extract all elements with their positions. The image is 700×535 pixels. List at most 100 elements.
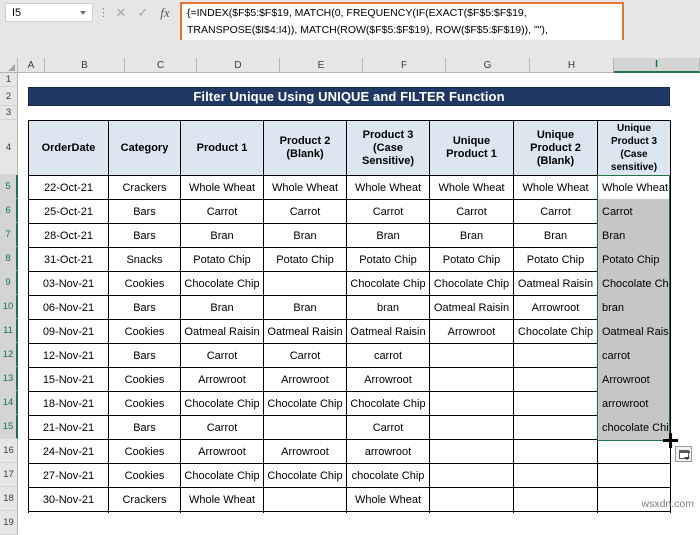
cell-product1[interactable]: Chocolate Chip xyxy=(180,391,264,416)
cell-I5[interactable]: Whole Wheat xyxy=(598,176,669,200)
cell-product2[interactable]: Oatmeal Raisin xyxy=(263,319,347,344)
row-header-8[interactable]: 8 xyxy=(0,247,18,271)
cell-orderdate[interactable]: 24-Nov-21 xyxy=(28,439,109,464)
cell-empty[interactable] xyxy=(429,439,514,464)
cell-category[interactable]: Bars xyxy=(108,415,181,440)
cell-I11[interactable]: Oatmeal Raisin xyxy=(598,320,669,344)
cell-I7[interactable]: Bran xyxy=(598,224,669,248)
cell-I9[interactable]: Chocolate Chip xyxy=(598,272,669,296)
row-header-7[interactable]: 7 xyxy=(0,223,18,247)
cell-product3[interactable]: carrot xyxy=(346,343,430,368)
cell-empty[interactable] xyxy=(513,343,598,368)
cell-I15[interactable]: chocolate Chip xyxy=(598,416,669,440)
cell-product2[interactable]: Whole Wheat xyxy=(263,175,347,200)
name-box[interactable]: I5 xyxy=(5,3,93,22)
cell-product2[interactable]: Potato Chip xyxy=(263,247,347,272)
cell-category[interactable]: Crackers xyxy=(108,487,181,512)
cell-category[interactable]: Crackers xyxy=(108,175,181,200)
cell-unique-product1[interactable]: Bran xyxy=(429,223,514,248)
cell-category[interactable]: Cookies xyxy=(108,367,181,392)
cell-category[interactable]: Cookies xyxy=(108,439,181,464)
cell-product1[interactable]: Chocolate Chip xyxy=(180,463,264,488)
cell-empty[interactable] xyxy=(429,487,514,512)
cell-orderdate[interactable]: 12-Nov-21 xyxy=(28,343,109,368)
column-header-C[interactable]: C xyxy=(125,58,197,73)
cell-I12[interactable]: carrot xyxy=(598,344,669,368)
cell-orderdate[interactable]: 03-Nov-21 xyxy=(28,271,109,296)
table-row[interactable]: 18-Nov-21 Cookies Chocolate Chip Chocola… xyxy=(28,391,671,416)
row-header-3[interactable]: 3 xyxy=(0,106,18,120)
cell-product2[interactable]: Chocolate Chip xyxy=(263,391,347,416)
cancel-x-icon[interactable]: ✕ xyxy=(110,3,132,22)
table-row[interactable]: 25-Oct-21 Bars Carrot Carrot Carrot Carr… xyxy=(28,199,671,224)
chevron-down-icon[interactable] xyxy=(80,11,86,15)
selected-range-unique-product3[interactable]: Whole Wheat Carrot Bran Potato Chip Choc… xyxy=(597,175,670,441)
cell-unique-product1[interactable]: Whole Wheat xyxy=(429,175,514,200)
cell-category[interactable]: Bars xyxy=(108,199,181,224)
cell-unique-product2[interactable]: Chocolate Chip xyxy=(513,319,598,344)
row-header-9[interactable]: 9 xyxy=(0,271,18,295)
row-header-17[interactable]: 17 xyxy=(0,463,18,487)
row-header-2[interactable]: 2 xyxy=(0,87,18,106)
cell-orderdate[interactable]: 30-Nov-21 xyxy=(28,487,109,512)
cell-unique-product2[interactable]: Bran xyxy=(513,223,598,248)
cell-orderdate[interactable]: 22-Oct-21 xyxy=(28,175,109,200)
cell-product3[interactable]: Potato Chip xyxy=(346,247,430,272)
check-icon[interactable]: ✓ xyxy=(132,3,154,22)
cell-product1[interactable]: Whole Wheat xyxy=(180,487,264,512)
cell-orderdate[interactable]: 28-Oct-21 xyxy=(28,223,109,248)
cell-product3[interactable]: Whole Wheat xyxy=(346,175,430,200)
cell-unique-product1[interactable]: Oatmeal Raisin xyxy=(429,295,514,320)
cell-category[interactable]: Snacks xyxy=(108,247,181,272)
cell-product1[interactable]: Potato Chip xyxy=(180,247,264,272)
autofill-options-icon[interactable] xyxy=(675,446,692,462)
cell-product2[interactable]: Chocolate Chip xyxy=(263,463,347,488)
cell-product2-blank[interactable] xyxy=(263,271,347,296)
cell-empty[interactable] xyxy=(429,367,514,392)
cell-product1[interactable]: Whole Wheat xyxy=(180,175,264,200)
table-row[interactable]: 09-Nov-21 Cookies Oatmeal Raisin Oatmeal… xyxy=(28,319,671,344)
cell-product1[interactable]: Carrot xyxy=(180,415,264,440)
cell-category[interactable]: Cookies xyxy=(108,463,181,488)
row-header-15[interactable]: 15 xyxy=(0,415,18,439)
cell-empty[interactable] xyxy=(429,415,514,440)
table-row[interactable]: 28-Oct-21 Bars Bran Bran Bran Bran Bran xyxy=(28,223,671,248)
cell-empty[interactable] xyxy=(513,391,598,416)
cell-product1[interactable]: Arrowroot xyxy=(180,367,264,392)
cell-product3[interactable]: bran xyxy=(346,295,430,320)
cell-product2[interactable]: Carrot xyxy=(263,343,347,368)
row-header-16[interactable]: 16 xyxy=(0,439,18,463)
cell-product3[interactable]: Carrot xyxy=(346,415,430,440)
table-row[interactable]: 12-Nov-21 Bars Carrot Carrot carrot xyxy=(28,343,671,368)
cell-empty[interactable] xyxy=(513,439,598,464)
table-row[interactable]: 03-Nov-21 Cookies Chocolate Chip Chocola… xyxy=(28,271,671,296)
cell-I8[interactable]: Potato Chip xyxy=(598,248,669,272)
cell-product3[interactable]: chocolate Chip xyxy=(346,463,430,488)
column-header-E[interactable]: E xyxy=(280,58,363,73)
cell-orderdate[interactable]: 06-Nov-21 xyxy=(28,295,109,320)
cell-product1[interactable]: Bran xyxy=(180,295,264,320)
column-header-A[interactable]: A xyxy=(18,58,45,73)
cell-category[interactable]: Bars xyxy=(108,295,181,320)
column-header-B[interactable]: B xyxy=(45,58,125,73)
cell-category[interactable]: Cookies xyxy=(108,391,181,416)
cell-category[interactable]: Cookies xyxy=(108,319,181,344)
row-header-13[interactable]: 13 xyxy=(0,367,18,391)
table-row[interactable]: 22-Oct-21 Crackers Whole Wheat Whole Whe… xyxy=(28,175,671,200)
cell-product3[interactable]: Arrowroot xyxy=(346,367,430,392)
cell-unique-product1[interactable]: Potato Chip xyxy=(429,247,514,272)
table-row[interactable]: 30-Nov-21 Crackers Whole Wheat Whole Whe… xyxy=(28,487,671,512)
cell-unique-product2[interactable]: Arrowroot xyxy=(513,295,598,320)
cell-product3[interactable]: arrowroot xyxy=(346,439,430,464)
cell-product3[interactable]: Oatmeal Raisin xyxy=(346,319,430,344)
column-header-I[interactable]: I xyxy=(614,58,700,73)
row-header-14[interactable]: 14 xyxy=(0,391,18,415)
cell-product2-blank[interactable] xyxy=(263,487,347,512)
select-all-button[interactable] xyxy=(0,58,18,73)
table-row[interactable]: 15-Nov-21 Cookies Arrowroot Arrowroot Ar… xyxy=(28,367,671,392)
cell-product2[interactable]: Arrowroot xyxy=(263,367,347,392)
cell-product2[interactable]: Bran xyxy=(263,223,347,248)
cell-empty[interactable] xyxy=(429,463,514,488)
cell-orderdate[interactable]: 25-Oct-21 xyxy=(28,199,109,224)
cell-unique-product1[interactable]: Chocolate Chip xyxy=(429,271,514,296)
